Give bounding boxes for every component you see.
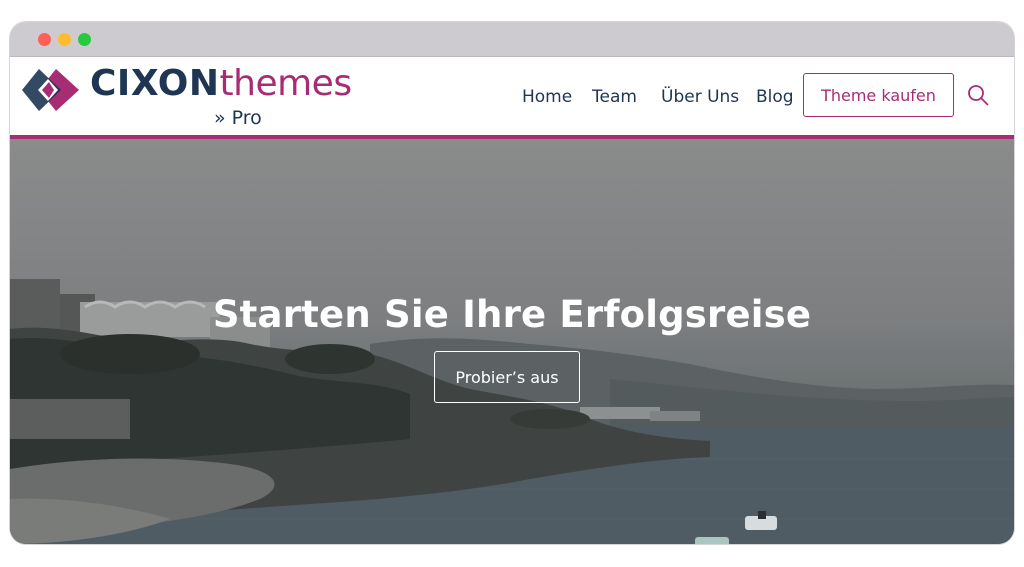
buy-theme-button[interactable]: Theme kaufen (803, 73, 954, 117)
logo-name-light: themes (219, 63, 353, 104)
hero-background-image (10, 279, 1014, 544)
nav-item-home[interactable]: Home (522, 87, 572, 107)
hero-section: Starten Sie Ihre Erfolgsreise Probier’s … (10, 139, 1014, 544)
browser-window: CIXONthemes » Pro Home Team Über Uns Blo… (10, 22, 1014, 544)
logo-mark-icon[interactable] (21, 65, 81, 115)
logo-wordmark[interactable]: CIXONthemes (90, 63, 352, 104)
nav-item-blog[interactable]: Blog (756, 87, 794, 107)
maximize-window-dot[interactable] (78, 33, 91, 46)
close-window-dot[interactable] (38, 33, 51, 46)
logo-name-bold: CIXON (90, 63, 220, 104)
logo-tagline: » Pro (214, 107, 262, 129)
window-chrome (10, 22, 1014, 57)
try-it-button[interactable]: Probier’s aus (434, 351, 580, 403)
minimize-window-dot[interactable] (58, 33, 71, 46)
site-header: CIXONthemes » Pro Home Team Über Uns Blo… (10, 57, 1014, 139)
nav-item-team[interactable]: Team (592, 87, 637, 107)
search-icon[interactable] (967, 84, 989, 106)
hero-title: Starten Sie Ihre Erfolgsreise (212, 293, 812, 336)
nav-item-ueber-uns[interactable]: Über Uns (661, 87, 739, 107)
